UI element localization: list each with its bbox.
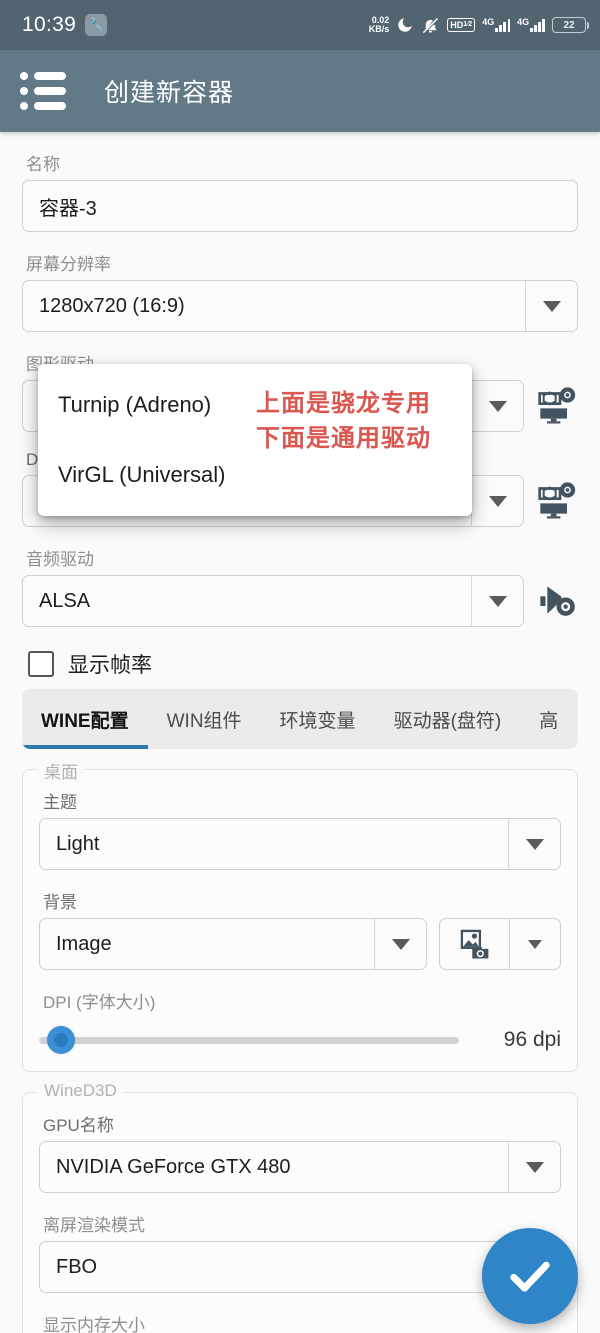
tab-win-components[interactable]: WIN组件 (148, 689, 261, 749)
audio-driver-value: ALSA (39, 589, 91, 612)
wrench-icon: 🔧 (85, 14, 108, 36)
background-label: 背景 (43, 893, 77, 912)
sim1-label: 4G (482, 17, 495, 27)
annotation-line-1: 上面是骁龙专用 (256, 390, 431, 417)
chevron-down-icon[interactable] (471, 381, 523, 431)
dpi-slider-track (39, 1036, 459, 1044)
moon-icon (396, 16, 414, 34)
name-input[interactable]: 容器-3 (22, 180, 578, 232)
vram-label: 显示内存大小 (43, 1316, 145, 1333)
chevron-down-icon[interactable] (525, 281, 577, 331)
hamburger-menu-icon[interactable] (20, 72, 66, 110)
dpi-label: DPI (字体大小) (43, 993, 156, 1012)
sim2-bars (530, 18, 545, 32)
gpu-value: NVIDIA GeForce GTX 480 (56, 1155, 291, 1178)
offscreen-label: 离屏渲染模式 (43, 1216, 145, 1235)
bell-muted-icon (421, 16, 440, 35)
battery-icon: 22 (552, 17, 589, 33)
theme-label: 主题 (43, 793, 77, 812)
theme-select[interactable]: Light (39, 818, 561, 870)
show-fps-checkbox[interactable] (28, 651, 54, 677)
background-row: Image (39, 918, 561, 970)
background-picker-group (439, 918, 561, 970)
network-speed: 0.02 KB/s (368, 15, 390, 35)
tab-env-vars[interactable]: 环境变量 (261, 689, 375, 749)
graphics-settings-icon[interactable] (536, 479, 578, 523)
graphics-driver-dropdown-popup[interactable]: Turnip (Adreno) VirGL (Universal) 上面是骁龙专… (38, 364, 472, 516)
desktop-section-legend: 桌面 (37, 758, 85, 783)
dropdown-option-turnip[interactable]: Turnip (Adreno) (58, 392, 211, 418)
resolution-select[interactable]: 1280x720 (16:9) (22, 280, 578, 332)
confirm-fab-button[interactable] (482, 1228, 578, 1324)
sim2-signal-icon: 4G (517, 18, 545, 32)
hd-sub: 1⁄2 (463, 21, 473, 28)
annotation-text: 上面是骁龙专用 下面是通用驱动 (256, 386, 431, 456)
annotation-line-2: 下面是通用驱动 (256, 425, 431, 452)
dpi-value: 96 dpi (503, 1028, 561, 1051)
chevron-down-icon[interactable] (508, 819, 560, 869)
tab-advanced[interactable]: 高 (520, 689, 577, 749)
background-picker-chevron-icon[interactable] (509, 918, 561, 970)
status-bar-left: 10:39 🔧 (22, 13, 108, 37)
battery-level: 22 (563, 19, 575, 31)
resolution-value: 1280x720 (16:9) (39, 294, 185, 317)
hd-label: HD (450, 20, 464, 30)
name-label: 名称 (26, 155, 60, 174)
dpi-slider[interactable] (39, 1025, 459, 1055)
theme-value: Light (56, 832, 100, 855)
image-camera-icon[interactable] (439, 918, 509, 970)
network-speed-unit: KB/s (368, 24, 390, 34)
sim1-signal-icon: 4G (482, 17, 511, 32)
audio-driver-select[interactable]: ALSA (22, 575, 524, 627)
dpi-slider-thumb[interactable] (47, 1026, 76, 1054)
chevron-down-icon[interactable] (471, 476, 523, 526)
gpu-select[interactable]: NVIDIA GeForce GTX 480 (39, 1141, 561, 1193)
audio-driver-label: 音频驱动 (26, 550, 94, 569)
audio-settings-icon[interactable] (536, 579, 578, 623)
show-fps-row[interactable]: 显示帧率 (28, 649, 578, 679)
sim1-bars (495, 18, 511, 32)
sim2-label: 4G (517, 17, 530, 27)
tab-bar: WINE配置 WIN组件 环境变量 驱动器(盘符) 高 (22, 689, 578, 749)
gpu-label: GPU名称 (43, 1116, 114, 1135)
status-bar-right: 0.02 KB/s HD 1⁄2 4G 4G 22 (368, 15, 589, 35)
status-clock: 10:39 (22, 13, 77, 36)
background-select[interactable]: Image (39, 918, 427, 970)
dropdown-option-virgl[interactable]: VirGL (Universal) (58, 462, 225, 488)
chevron-down-icon[interactable] (508, 1142, 560, 1192)
graphics-settings-icon[interactable] (536, 384, 578, 428)
check-icon (510, 1261, 550, 1292)
tab-drives[interactable]: 驱动器(盘符) (375, 689, 521, 749)
audio-driver-row: ALSA (22, 575, 578, 627)
dpi-row: 96 dpi (39, 1025, 561, 1055)
offscreen-value: FBO (56, 1255, 98, 1278)
wined3d-section-legend: WineD3D (37, 1081, 124, 1101)
chevron-down-icon[interactable] (374, 919, 426, 969)
resolution-label: 屏幕分辨率 (26, 255, 111, 274)
status-bar: 10:39 🔧 0.02 KB/s HD 1⁄2 4G 4G 22 (0, 0, 600, 50)
show-fps-label: 显示帧率 (68, 654, 152, 677)
background-value: Image (56, 932, 112, 955)
hd-voice-icon: HD 1⁄2 (447, 18, 476, 32)
chevron-down-icon[interactable] (471, 576, 523, 626)
app-toolbar: 创建新容器 (0, 50, 600, 132)
tab-wine-config[interactable]: WINE配置 (22, 689, 148, 749)
form-body: 名称 容器-3 屏幕分辨率 1280x720 (16:9) 图形驱动 (0, 150, 600, 1333)
desktop-section: 桌面 主题 Light 背景 Image DPI (字体大小) 96 dpi (22, 758, 578, 1072)
app-root: 10:39 🔧 0.02 KB/s HD 1⁄2 4G 4G 22 创建新容器 … (0, 0, 600, 1333)
page-title: 创建新容器 (104, 79, 235, 107)
